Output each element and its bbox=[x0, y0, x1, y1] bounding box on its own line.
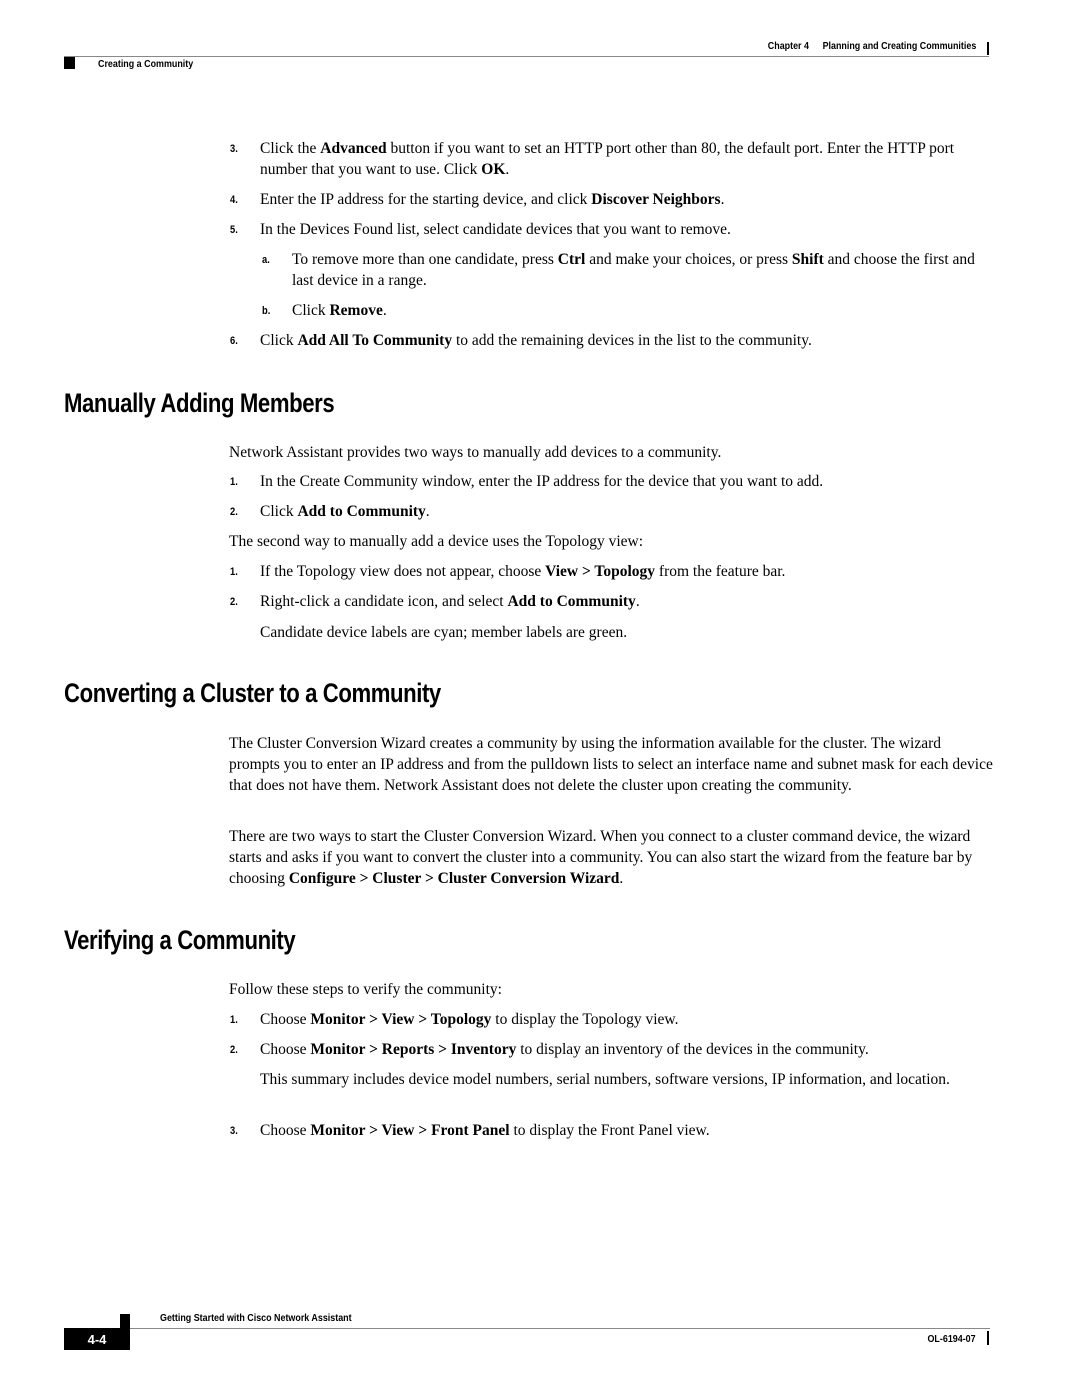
list-item: 5. In the Devices Found list, select can… bbox=[230, 219, 995, 240]
step-text: Choose Monitor > Reports > Inventory to … bbox=[260, 1041, 869, 1058]
list-subitem: a. To remove more than one candidate, pr… bbox=[262, 249, 997, 291]
running-header-section: Creating a Community bbox=[98, 58, 194, 70]
list-item: 6. Click Add All To Community to add the… bbox=[230, 330, 995, 351]
header-bar-marker bbox=[987, 42, 989, 55]
chapter-title: Planning and Creating Communities bbox=[822, 40, 976, 52]
ui-term: OK bbox=[481, 161, 506, 178]
footer-square-marker bbox=[120, 1314, 130, 1328]
ui-term: Monitor > Reports > Inventory bbox=[310, 1041, 517, 1058]
paragraph: There are two ways to start the Cluster … bbox=[229, 828, 973, 887]
ui-term: View > Topology bbox=[545, 563, 656, 580]
ui-term: Add to Community bbox=[297, 503, 426, 520]
step-text: If the Topology view does not appear, ch… bbox=[260, 563, 786, 580]
ui-term: Monitor > View > Topology bbox=[310, 1011, 492, 1028]
footer-book-title: Getting Started with Cisco Network Assis… bbox=[160, 1312, 352, 1324]
step-number: 1. bbox=[230, 476, 238, 488]
ui-term: Add All To Community bbox=[297, 332, 453, 349]
ui-term: Add to Community bbox=[507, 593, 636, 610]
ui-term: Advanced bbox=[320, 140, 387, 157]
paragraph: Network Assistant provides two ways to m… bbox=[229, 444, 722, 461]
step-text: In the Devices Found list, select candid… bbox=[260, 221, 731, 238]
paragraph: Follow these steps to verify the communi… bbox=[229, 981, 502, 998]
step-text: In the Create Community window, enter th… bbox=[260, 473, 824, 490]
paragraph: The Cluster Conversion Wizard creates a … bbox=[229, 735, 993, 794]
step-text: Click Add All To Community to add the re… bbox=[260, 332, 812, 349]
list-item: 4. Enter the IP address for the starting… bbox=[230, 189, 995, 210]
ui-term: Configure > Cluster > Cluster Conversion… bbox=[288, 870, 620, 887]
step-text: Choose Monitor > View > Front Panel to d… bbox=[260, 1122, 710, 1139]
list-item: 2. Choose Monitor > Reports > Inventory … bbox=[230, 1039, 995, 1060]
substep-letter: a. bbox=[262, 254, 270, 266]
section-heading: Converting a Cluster to a Community bbox=[64, 678, 441, 708]
running-header-chapter: Chapter 4 Planning and Creating Communiti… bbox=[767, 40, 976, 52]
step-number: 1. bbox=[230, 566, 238, 578]
list-item: 3. Choose Monitor > View > Front Panel t… bbox=[230, 1120, 995, 1141]
step-number: 4. bbox=[230, 194, 238, 206]
substep-text: To remove more than one candidate, press… bbox=[292, 251, 975, 289]
step-number: 1. bbox=[230, 1014, 238, 1026]
list-item: 2. Click Add to Community. bbox=[230, 501, 995, 522]
step-number: 3. bbox=[230, 1125, 238, 1137]
list-item: 1. In the Create Community window, enter… bbox=[230, 471, 995, 492]
step-number: 5. bbox=[230, 224, 238, 236]
document-number: OL-6194-07 bbox=[927, 1333, 976, 1345]
paragraph: The second way to manually add a device … bbox=[229, 533, 644, 550]
ui-term: Discover Neighbors bbox=[591, 191, 721, 208]
list-item: 2. Right-click a candidate icon, and sel… bbox=[230, 591, 995, 612]
step-text: Click Add to Community. bbox=[260, 503, 430, 520]
footer-rule bbox=[130, 1328, 990, 1329]
section-heading: Manually Adding Members bbox=[64, 388, 335, 418]
step-note: This summary includes device model numbe… bbox=[260, 1071, 950, 1088]
footer-bar-marker bbox=[987, 1331, 989, 1345]
step-number: 2. bbox=[230, 596, 238, 608]
step-text: Click the Advanced button if you want to… bbox=[260, 140, 955, 178]
substep-text: Click Remove. bbox=[292, 302, 387, 319]
list-item: 1. Choose Monitor > View > Topology to d… bbox=[230, 1009, 995, 1030]
ui-term: Remove bbox=[329, 302, 383, 319]
step-number: 3. bbox=[230, 143, 238, 155]
ui-term: Monitor > View > Front Panel bbox=[310, 1122, 510, 1139]
step-text: Right-click a candidate icon, and select… bbox=[260, 593, 640, 610]
substep-letter: b. bbox=[262, 305, 271, 317]
step-note: Candidate device labels are cyan; member… bbox=[260, 624, 628, 641]
step-number: 2. bbox=[230, 506, 238, 518]
list-item: 3. Click the Advanced button if you want… bbox=[230, 138, 995, 180]
ui-term: Ctrl bbox=[557, 251, 586, 268]
list-subitem: b. Click Remove. bbox=[262, 300, 997, 321]
header-rule bbox=[64, 56, 989, 57]
step-number: 6. bbox=[230, 335, 238, 347]
header-square-marker bbox=[64, 57, 75, 69]
chapter-label: Chapter 4 bbox=[767, 40, 809, 52]
step-text: Choose Monitor > View > Topology to disp… bbox=[260, 1011, 679, 1028]
list-item: 1. If the Topology view does not appear,… bbox=[230, 561, 995, 582]
step-number: 2. bbox=[230, 1044, 238, 1056]
ui-term: Shift bbox=[791, 251, 824, 268]
page-number: 4-4 bbox=[64, 1328, 130, 1350]
step-text: Enter the IP address for the starting de… bbox=[260, 191, 725, 208]
section-heading: Verifying a Community bbox=[64, 925, 296, 955]
